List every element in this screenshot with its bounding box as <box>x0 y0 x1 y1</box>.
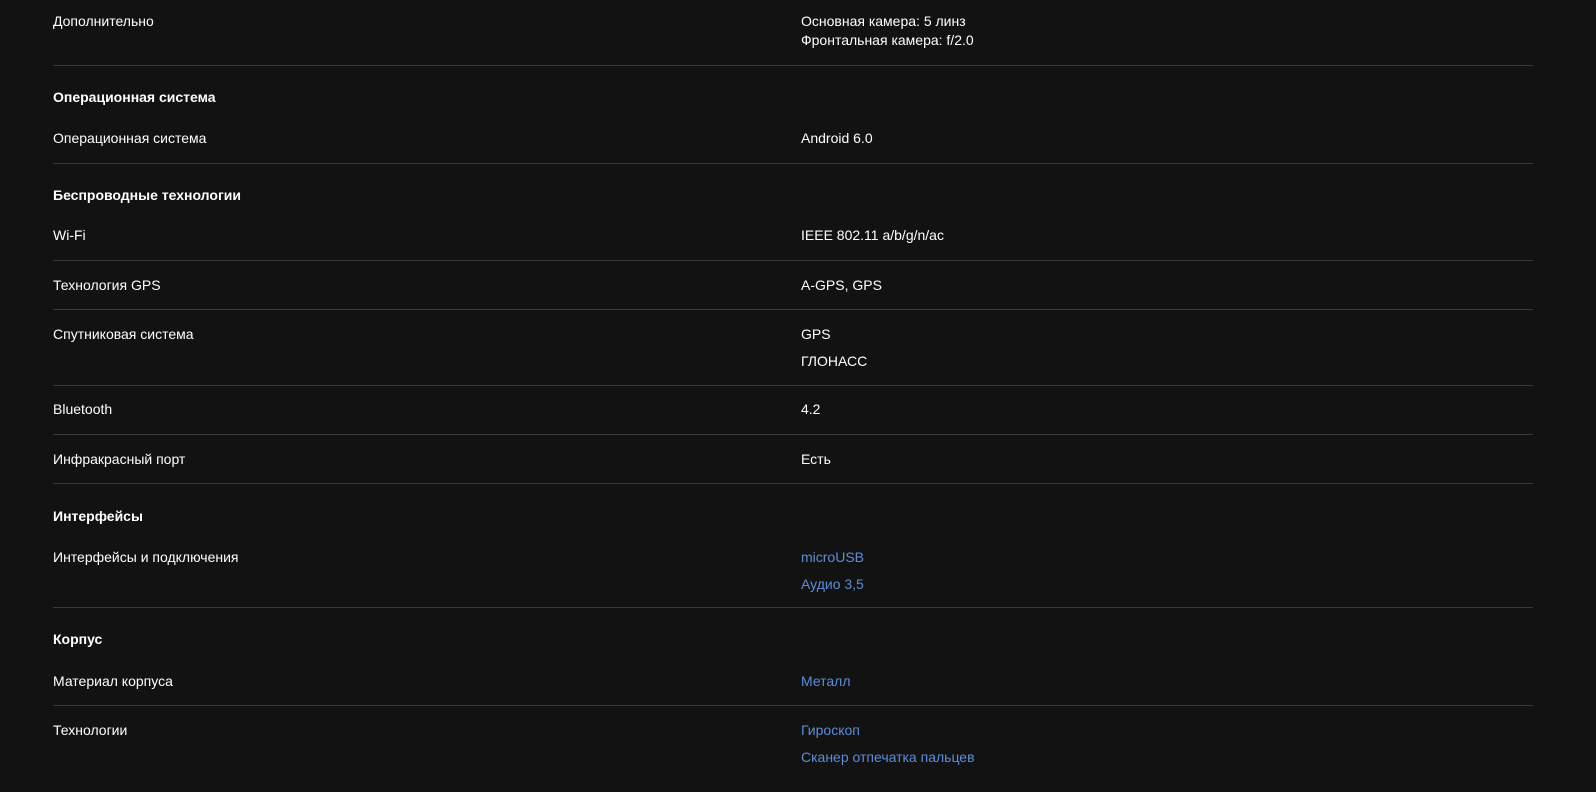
spec-label-infrared: Инфракрасный порт <box>53 451 186 467</box>
spec-label-gps: Технология GPS <box>53 277 161 293</box>
section-heading-body: Корпус <box>53 631 103 647</box>
spec-link-audio-jack[interactable]: Аудио 3,5 <box>801 575 864 593</box>
spec-value-os: Android 6.0 <box>801 130 873 146</box>
divider <box>53 163 1533 164</box>
spec-value-wifi: IEEE 802.11 a/b/g/n/ac <box>801 227 944 243</box>
divider <box>53 260 1533 261</box>
divider <box>53 434 1533 435</box>
spec-value-extra-front-camera: Фронтальная камера: f/2.0 <box>801 32 974 48</box>
spec-label-extra: Дополнительно <box>53 13 154 29</box>
spec-label-interfaces: Интерфейсы и подключения <box>53 549 239 565</box>
spec-label-bluetooth: Bluetooth <box>53 401 113 417</box>
spec-value-satellite-glonass: ГЛОНАСС <box>801 353 868 369</box>
spec-label-technologies: Технологии <box>53 722 128 738</box>
spec-link-fingerprint[interactable]: Сканер отпечатка пальцев <box>801 748 975 766</box>
divider <box>53 607 1533 608</box>
spec-value-satellite-gps: GPS <box>801 326 831 342</box>
spec-value-bluetooth: 4.2 <box>801 401 821 417</box>
spec-link-metal[interactable]: Металл <box>801 672 851 690</box>
spec-value-infrared: Есть <box>801 451 831 467</box>
section-heading-os: Операционная система <box>53 89 216 105</box>
section-heading-wireless: Беспроводные технологии <box>53 187 241 203</box>
divider <box>53 483 1533 484</box>
divider <box>53 309 1533 310</box>
spec-value-gps: A-GPS, GPS <box>801 277 882 293</box>
spec-label-material: Материал корпуса <box>53 673 173 689</box>
spec-label-satellite: Спутниковая система <box>53 326 194 342</box>
spec-link-microusb[interactable]: microUSB <box>801 548 864 566</box>
spec-label-os: Операционная система <box>53 130 207 146</box>
divider <box>53 705 1533 706</box>
section-heading-interfaces: Интерфейсы <box>53 508 143 524</box>
spec-value-extra-main-camera: Основная камера: 5 линз <box>801 13 966 29</box>
divider <box>53 385 1533 386</box>
divider <box>53 65 1533 66</box>
spec-label-wifi: Wi-Fi <box>53 227 86 243</box>
spec-link-gyroscope[interactable]: Гироскоп <box>801 721 860 739</box>
